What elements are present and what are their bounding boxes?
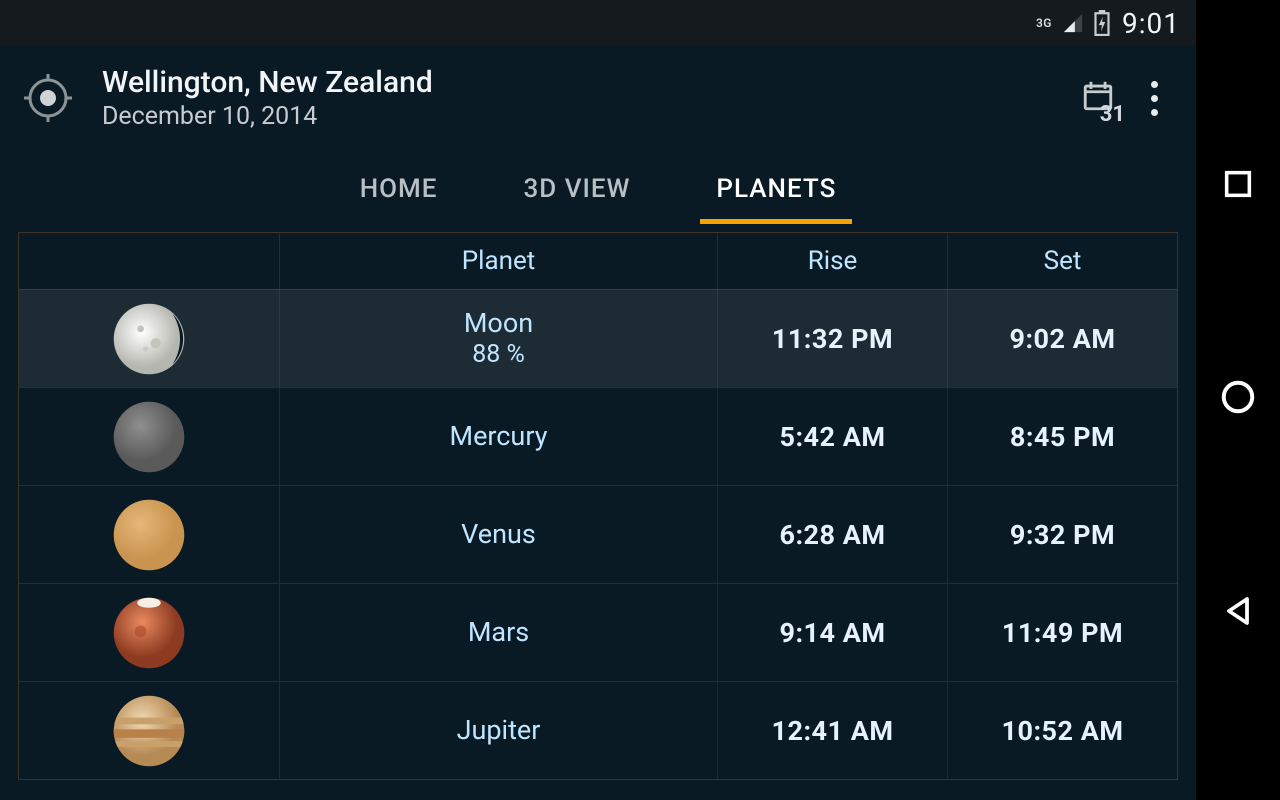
clock-time: 9:01 bbox=[1122, 7, 1180, 40]
set-time: 11:49 PM bbox=[947, 584, 1177, 681]
planet-name: Moon88 % bbox=[279, 290, 717, 387]
title-block: Wellington, New Zealand December 10, 201… bbox=[102, 64, 1063, 132]
back-button[interactable] bbox=[1220, 593, 1256, 633]
col-planet: Planet bbox=[279, 233, 717, 289]
network-label: 3G bbox=[1036, 16, 1052, 30]
tab-3d-view[interactable]: 3D VIEW bbox=[519, 162, 634, 224]
planets-table: Planet Rise Set Moon88 %11:32 PM9:02 AM … bbox=[18, 232, 1178, 780]
jupiter-icon bbox=[19, 682, 279, 779]
system-nav-bar bbox=[1196, 0, 1280, 800]
date-subtitle: December 10, 2014 bbox=[102, 101, 1063, 132]
calendar-day-badge: 31 bbox=[1100, 102, 1125, 127]
set-time: 8:45 PM bbox=[947, 388, 1177, 485]
table-row[interactable]: Mars9:14 AM11:49 PM bbox=[19, 583, 1177, 681]
mercury-icon bbox=[19, 388, 279, 485]
planet-sublabel: 88 % bbox=[472, 341, 525, 369]
col-set: Set bbox=[947, 233, 1177, 289]
col-icon bbox=[19, 233, 279, 289]
moon-icon bbox=[19, 290, 279, 387]
table-header: Planet Rise Set bbox=[19, 233, 1177, 289]
planet-name: Mars bbox=[279, 584, 717, 681]
planet-name: Mercury bbox=[279, 388, 717, 485]
locate-button[interactable] bbox=[12, 62, 84, 134]
recent-apps-button[interactable] bbox=[1221, 167, 1255, 205]
home-button[interactable] bbox=[1219, 378, 1257, 420]
app-header: Wellington, New Zealand December 10, 201… bbox=[0, 46, 1196, 224]
set-time: 9:32 PM bbox=[947, 486, 1177, 583]
location-title: Wellington, New Zealand bbox=[102, 66, 1063, 99]
venus-icon bbox=[19, 486, 279, 583]
planet-name: Venus bbox=[279, 486, 717, 583]
set-time: 9:02 AM bbox=[947, 290, 1177, 387]
set-time: 10:52 AM bbox=[947, 682, 1177, 779]
table-row[interactable]: Mercury5:42 AM8:45 PM bbox=[19, 387, 1177, 485]
table-row[interactable]: Jupiter12:41 AM10:52 AM bbox=[19, 681, 1177, 779]
rise-time: 12:41 AM bbox=[717, 682, 947, 779]
rise-time: 5:42 AM bbox=[717, 388, 947, 485]
overflow-menu-button[interactable] bbox=[1143, 75, 1166, 122]
tab-bar: HOME 3D VIEW PLANETS bbox=[12, 162, 1184, 224]
planet-name: Jupiter bbox=[279, 682, 717, 779]
status-bar: 3G 9:01 bbox=[0, 0, 1196, 46]
battery-charging-icon bbox=[1094, 10, 1110, 36]
table-row[interactable]: Moon88 %11:32 PM9:02 AM bbox=[19, 289, 1177, 387]
col-rise: Rise bbox=[717, 233, 947, 289]
rise-time: 6:28 AM bbox=[717, 486, 947, 583]
tab-home[interactable]: HOME bbox=[356, 162, 442, 224]
rise-time: 9:14 AM bbox=[717, 584, 947, 681]
signal-icon bbox=[1062, 12, 1084, 34]
table-row[interactable]: Venus6:28 AM9:32 PM bbox=[19, 485, 1177, 583]
calendar-button[interactable]: 31 bbox=[1081, 79, 1115, 117]
rise-time: 11:32 PM bbox=[717, 290, 947, 387]
tab-planets[interactable]: PLANETS bbox=[712, 162, 840, 224]
mars-icon bbox=[19, 584, 279, 681]
